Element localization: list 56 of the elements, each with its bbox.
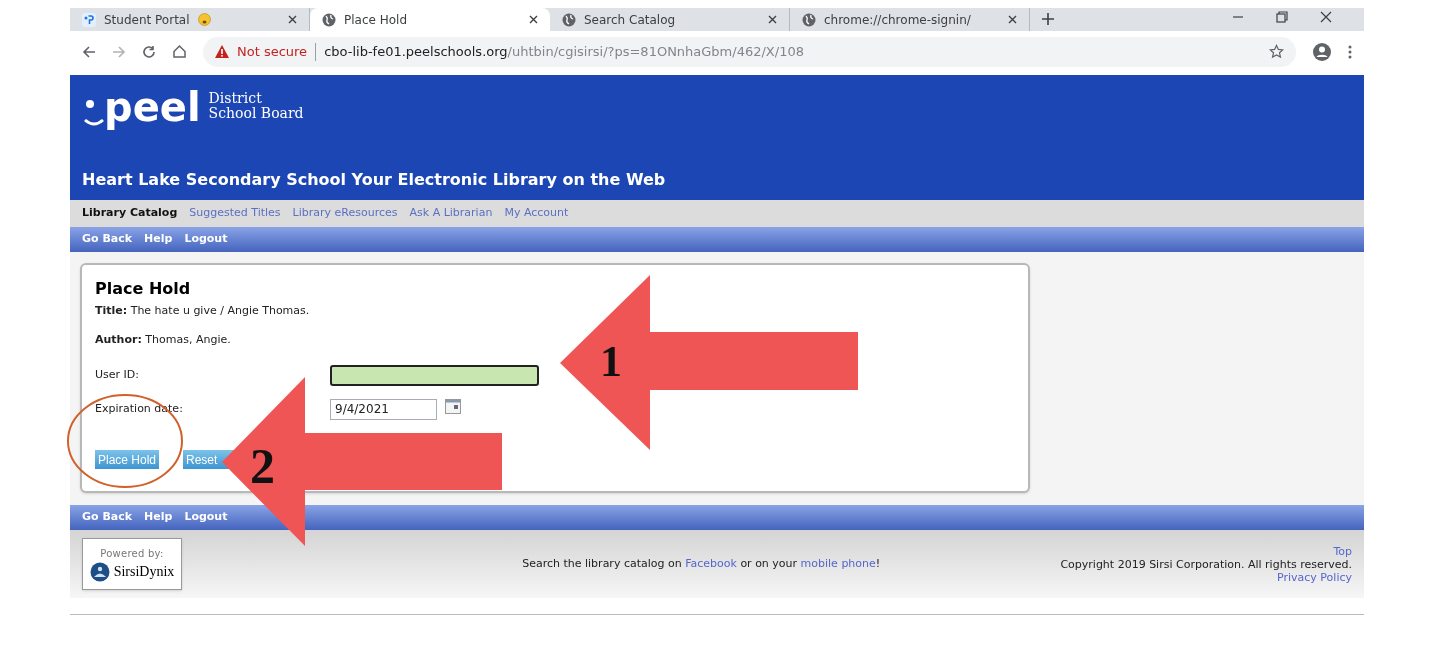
security-label: Not secure	[237, 42, 308, 61]
toolbar-link[interactable]: Go Back	[82, 231, 133, 248]
home-icon[interactable]	[172, 44, 187, 59]
globe-icon	[802, 12, 816, 27]
toolbar-link[interactable]: Go Back	[82, 509, 133, 526]
annotation-number: 1	[600, 337, 622, 386]
account-icon[interactable]	[1312, 41, 1332, 62]
back-icon[interactable]	[82, 44, 96, 59]
close-icon[interactable]	[529, 15, 538, 24]
globe-icon	[562, 12, 576, 27]
reload-icon[interactable]	[142, 44, 156, 59]
nav-link[interactable]: Library Catalog	[82, 205, 178, 222]
top-link[interactable]: Top	[1333, 544, 1352, 558]
star-icon[interactable]	[1269, 44, 1284, 59]
form-heading: Place Hold	[95, 278, 192, 300]
field-label: User ID:	[95, 366, 140, 383]
toolbar-link[interactable]: Logout	[184, 509, 228, 526]
toolbar-link[interactable]: Logout	[184, 231, 228, 248]
nav-link[interactable]: My Account	[504, 205, 569, 222]
face-emoji-icon	[197, 13, 211, 26]
browser-tab[interactable]: Place Hold	[310, 8, 550, 31]
logo-subtitle: School Board	[208, 106, 304, 121]
warning-icon	[215, 45, 229, 58]
powered-by-logo[interactable]: Powered by: SirsiDynix	[82, 538, 182, 590]
detail-text: Author: Thomas, Angie.	[95, 331, 232, 348]
close-icon[interactable]	[1320, 11, 1332, 23]
copyright-text: Copyright 2019 Sirsi Corporation. All rights reserved.	[1060, 557, 1352, 571]
footer-link[interactable]: mobile phone	[800, 556, 876, 570]
close-icon[interactable]	[288, 15, 297, 24]
form-button[interactable]: Place Hold	[95, 450, 160, 469]
restore-icon[interactable]	[1276, 11, 1288, 23]
powered-by-label: Powered by:	[100, 547, 164, 561]
toolbar-link[interactable]: Help	[144, 509, 173, 526]
globe-icon	[322, 12, 336, 27]
toolbar-link[interactable]: Help	[144, 231, 173, 248]
detail-text: Title: The hate u give / Angie Thomas.	[95, 303, 311, 319]
nav-link[interactable]: Library eResources	[292, 205, 398, 222]
privacy-link[interactable]: Privacy Policy	[1277, 570, 1352, 584]
input-field[interactable]	[330, 364, 539, 386]
nav-link[interactable]: Ask A Librarian	[409, 205, 493, 222]
new-tab-icon[interactable]	[1042, 13, 1054, 25]
brand-name: SirsiDynix	[113, 563, 175, 581]
portal-logo-icon	[82, 12, 96, 27]
close-icon[interactable]	[768, 15, 777, 24]
close-icon[interactable]	[1008, 15, 1017, 24]
input-field[interactable]: 9/4/2021	[330, 398, 437, 420]
url-text: cbo-lib-fe01.peelschools.org/uhtbin/cgisirsi/?ps=81ONnhaGbm/462/X/108	[324, 42, 804, 61]
logo-subtitle: District	[208, 91, 263, 106]
address-bar[interactable]: Not secure cbo-lib-fe01.peelschools.org/uhtbin/cgisirsi/?ps=81ONnhaGbm/462/X/108	[203, 36, 1296, 67]
annotation-number: 2	[250, 438, 275, 494]
footer-text: Search the library catalog on Facebook or on your mobile phone!	[522, 555, 881, 572]
site-title: Heart Lake Secondary School Your Electronic Library on the Web	[82, 169, 667, 191]
nav-link[interactable]: Suggested Titles	[189, 205, 281, 222]
menu-icon[interactable]	[1348, 44, 1352, 59]
calendar-icon[interactable]	[445, 398, 461, 414]
footer-link[interactable]: Facebook	[685, 556, 737, 570]
